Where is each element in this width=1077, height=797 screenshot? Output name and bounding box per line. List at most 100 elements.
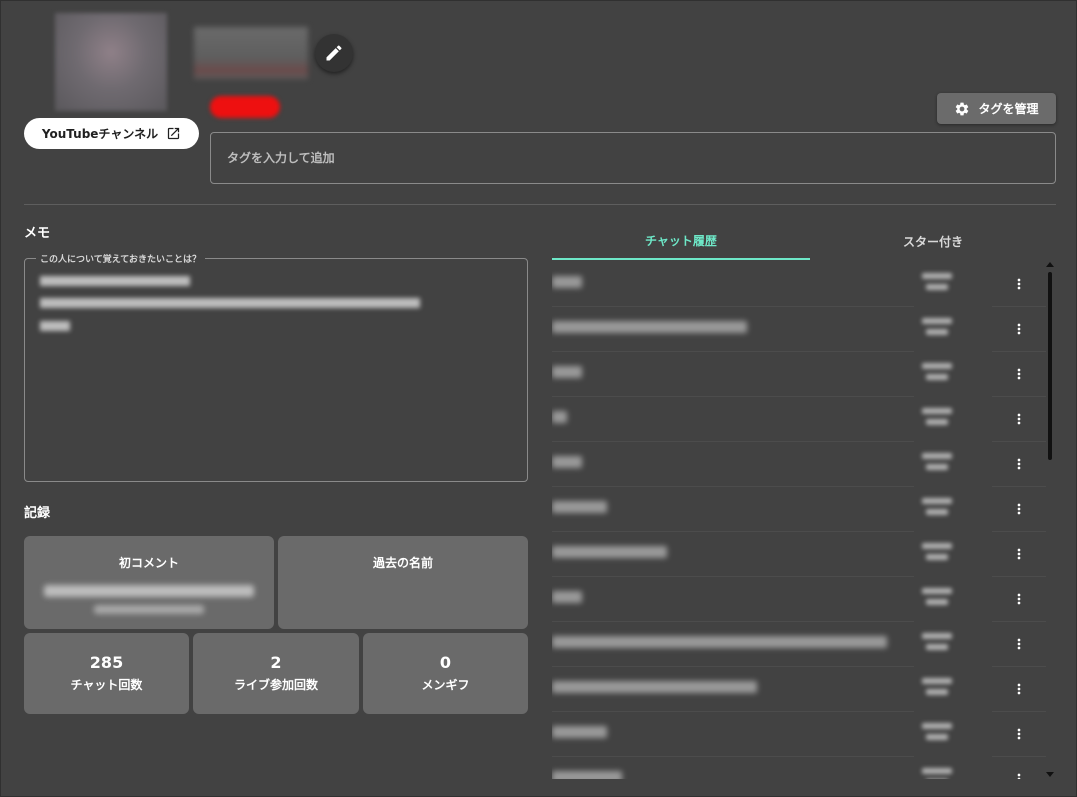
more-vert-icon: [1017, 548, 1021, 560]
pencil-icon: [326, 45, 342, 61]
chat-message-redacted: [552, 546, 667, 558]
stat-label: チャット回数: [70, 678, 143, 692]
youtube-channel-button[interactable]: YouTubeチャンネル: [24, 118, 199, 149]
first-comment-card: 初コメント: [24, 536, 274, 629]
chat-message-redacted: [552, 591, 582, 603]
first-comment-text-redacted: [44, 585, 254, 597]
stat-card-chat-count: 285 チャット回数: [24, 633, 189, 714]
chat-row-menu-button[interactable]: [1010, 319, 1028, 339]
memo-textarea[interactable]: [24, 258, 528, 482]
chat-timestamp-redacted: [926, 689, 948, 695]
memo-field-label: この人について覚えておきたいことは？: [36, 252, 206, 265]
chat-timestamp-redacted: [922, 543, 952, 549]
chat-row: [552, 487, 1046, 532]
scroll-down-arrow[interactable]: [1046, 772, 1054, 777]
more-vert-icon: [1017, 323, 1021, 335]
chat-message-redacted: [552, 366, 582, 378]
chat-timestamp-redacted: [926, 374, 948, 380]
more-vert-icon: [1017, 368, 1021, 380]
chat-row-menu-button[interactable]: [1010, 589, 1028, 609]
chat-row-menu-button[interactable]: [1010, 769, 1028, 779]
chat-row-menu-button[interactable]: [1010, 724, 1028, 744]
chat-row: [552, 262, 1046, 307]
tab-starred[interactable]: スター付き: [810, 222, 1056, 260]
chat-timestamp-redacted: [922, 453, 952, 459]
chat-timestamp-redacted: [922, 588, 952, 594]
more-vert-icon: [1017, 638, 1021, 650]
chat-row: [552, 352, 1046, 397]
chat-row-menu-button[interactable]: [1010, 679, 1028, 699]
chat-message-redacted: [552, 321, 747, 333]
chat-row: [552, 307, 1046, 352]
chat-row-menu-button[interactable]: [1010, 274, 1028, 294]
first-comment-label: 初コメント: [118, 556, 179, 570]
tab-chat-history[interactable]: チャット履歴: [552, 222, 810, 260]
gear-icon: [956, 102, 969, 115]
chat-timestamp-redacted: [926, 554, 948, 560]
manage-tags-label: タグを管理: [978, 102, 1039, 116]
more-vert-icon: [1017, 278, 1021, 290]
stat-value: 285: [89, 653, 124, 672]
chat-timestamp-redacted: [922, 498, 952, 504]
scroll-thumb[interactable]: [1048, 272, 1052, 460]
past-names-label: 過去の名前: [372, 556, 433, 570]
chat-row: [552, 622, 1046, 667]
chat-row-menu-button[interactable]: [1010, 364, 1028, 384]
chat-timestamp-redacted: [926, 464, 948, 470]
chat-message-redacted: [552, 456, 582, 468]
status-badge-redacted: [210, 96, 280, 118]
manage-tags-button[interactable]: タグを管理: [937, 93, 1056, 124]
stat-card-member-gift: 0 メンギフ: [363, 633, 528, 714]
chat-message-redacted: [552, 501, 607, 513]
more-vert-icon: [1017, 683, 1021, 695]
youtube-channel-label: YouTubeチャンネル: [41, 127, 159, 141]
more-vert-icon: [1017, 773, 1021, 779]
stat-card-live-count: 2 ライブ参加回数: [193, 633, 359, 714]
stat-value: 0: [439, 653, 452, 672]
chat-row: [552, 532, 1046, 577]
chat-timestamp-redacted: [922, 273, 952, 279]
chat-message-redacted: [552, 726, 607, 738]
section-divider: [24, 204, 1056, 205]
avatar: [55, 13, 167, 111]
chat-timestamp-redacted: [922, 408, 952, 414]
chat-message-redacted: [552, 411, 567, 423]
memo-text-redacted: [40, 276, 190, 286]
chat-timestamp-redacted: [926, 644, 948, 650]
chat-message-redacted: [552, 276, 582, 288]
chat-row-menu-button[interactable]: [1010, 634, 1028, 654]
chat-history-list: [552, 262, 1048, 779]
chat-message-redacted: [552, 636, 887, 648]
chat-timestamp-redacted: [922, 318, 952, 324]
records-title: 記録: [24, 506, 51, 521]
chat-timestamp-redacted: [926, 284, 948, 290]
chat-row-menu-button[interactable]: [1010, 409, 1028, 429]
chat-list-scrollbar[interactable]: [1045, 262, 1055, 777]
chat-timestamp-redacted: [926, 419, 948, 425]
more-vert-icon: [1017, 503, 1021, 515]
chat-timestamp-redacted: [926, 509, 948, 515]
more-vert-icon: [1017, 728, 1021, 740]
scroll-up-arrow[interactable]: [1046, 262, 1054, 267]
past-names-card: 過去の名前: [278, 536, 528, 629]
more-vert-icon: [1017, 458, 1021, 470]
tag-input[interactable]: [210, 132, 1056, 184]
chat-message-redacted: [552, 681, 757, 693]
chat-row: [552, 577, 1046, 622]
chat-message-redacted: [552, 771, 622, 779]
chat-row-menu-button[interactable]: [1010, 544, 1028, 564]
memo-text-redacted: [40, 321, 70, 331]
chat-timestamp-redacted: [926, 734, 948, 740]
chat-row-menu-button[interactable]: [1010, 499, 1028, 519]
edit-name-button[interactable]: [315, 34, 353, 72]
chat-row: [552, 397, 1046, 442]
more-vert-icon: [1017, 413, 1021, 425]
memo-title: メモ: [24, 226, 51, 241]
chat-row-menu-button[interactable]: [1010, 454, 1028, 474]
chat-timestamp-redacted: [922, 633, 952, 639]
chat-timestamp-redacted: [922, 678, 952, 684]
chat-timestamp-redacted: [922, 363, 952, 369]
chat-row: [552, 442, 1046, 487]
first-comment-date-redacted: [94, 605, 204, 614]
memo-text-redacted: [40, 298, 420, 308]
